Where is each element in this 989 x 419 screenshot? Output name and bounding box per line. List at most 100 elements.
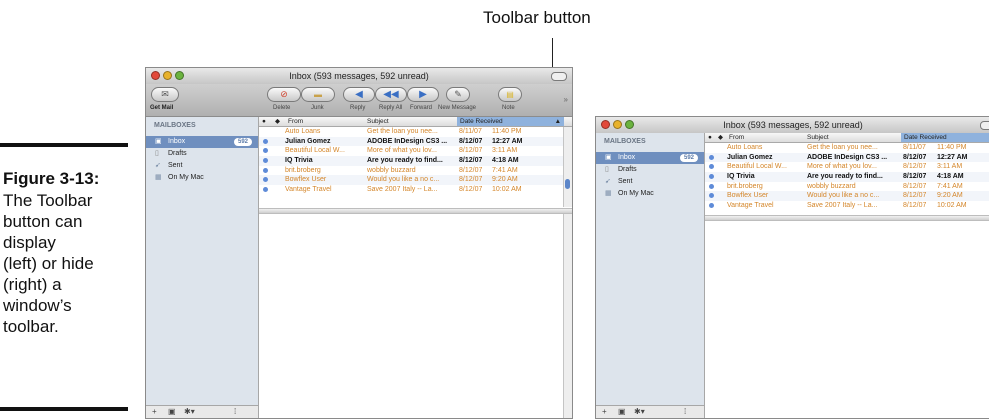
get-mail-label: Get Mail [150, 105, 174, 111]
note-button[interactable]: ▤ [498, 87, 522, 102]
unread-column-icon[interactable]: ● [708, 133, 712, 142]
message-date: 8/12/07 [903, 182, 927, 190]
close-button[interactable] [601, 120, 610, 129]
show-activity-button[interactable]: ▣ [168, 406, 176, 418]
flag-column-icon[interactable]: ◆ [275, 117, 280, 126]
message-date: 8/12/07 [903, 202, 927, 210]
message-row[interactable]: Auto Loans Get the loan you nee... 8/11/… [705, 143, 989, 153]
toolbar-button-callout: Toolbar button [483, 8, 591, 27]
message-row[interactable]: Vantage Travel Save 2007 Italy -- La... … [259, 185, 572, 195]
action-menu-button[interactable]: ✱▾ [184, 406, 195, 418]
add-mailbox-button[interactable]: + [602, 406, 607, 418]
add-mailbox-button[interactable]: + [152, 406, 157, 418]
message-row[interactable]: Julian Gomez ADOBE InDesign CS3 ... 8/12… [705, 152, 989, 163]
message-time: 4:18 AM [492, 157, 519, 165]
message-row[interactable]: brit.broberg wobbly buzzard 8/12/07 7:41… [705, 182, 989, 192]
on-my-mac-icon: ▦ [605, 190, 612, 197]
message-time: 11:40 PM [937, 144, 967, 151]
sidebar-item-on-my-mac[interactable]: ▦ On My Mac [146, 172, 258, 184]
zoom-button[interactable] [175, 71, 184, 80]
reply-button[interactable]: ◀ [343, 87, 375, 102]
preview-scrollbar[interactable] [563, 214, 572, 418]
message-from: Bowflex User [727, 192, 769, 200]
message-date: 8/11/07 [459, 128, 482, 135]
message-row[interactable]: Beautiful Local W... More of what you lo… [259, 146, 572, 156]
window-body: MAILBOXES ▣ Inbox 592 ▯ Drafts ➹ Sent ▦ … [146, 117, 572, 418]
toolbar: ✉ Get Mail ⊘ Delete ▬ Junk ◀ Reply ◀◀ Re… [146, 84, 572, 117]
minimize-button[interactable] [163, 71, 172, 80]
resize-handle[interactable]: ⁞ [234, 406, 236, 418]
sidebar-item-drafts[interactable]: ▯ Drafts [596, 164, 704, 176]
sidebar-item-sent[interactable]: ➹ Sent [146, 160, 258, 172]
unread-dot-icon [709, 154, 714, 160]
scroll-thumb[interactable] [565, 179, 570, 189]
message-row[interactable]: IQ Trivia Are you ready to find... 8/12/… [259, 156, 572, 166]
from-column-header[interactable]: From [729, 133, 744, 142]
preview-pane-divider[interactable] [259, 208, 572, 214]
subject-column-header[interactable]: Subject [807, 133, 829, 142]
message-time: 9:20 AM [492, 176, 518, 184]
mailbox-sidebar: MAILBOXES ▣ Inbox 592 ▯ Drafts ➹ Sent ▦ … [596, 133, 705, 418]
action-menu-button[interactable]: ✱▾ [634, 406, 645, 418]
forward-label: Forward [410, 105, 433, 111]
message-row[interactable]: IQ Trivia Are you ready to find... 8/12/… [705, 172, 989, 182]
reply-label: Reply [350, 105, 366, 111]
message-subject: Are you ready to find... [807, 173, 883, 181]
message-list: ● ◆ From Subject Date Received Auto Loan… [705, 133, 989, 418]
reply-arrow-icon: ◀ [355, 89, 363, 100]
sidebar-item-label: Inbox [168, 138, 186, 145]
message-time: 9:20 AM [937, 192, 963, 200]
from-column-header[interactable]: From [288, 117, 303, 126]
message-row[interactable]: brit.broberg wobbly buzzard 8/12/07 7:41… [259, 166, 572, 176]
message-row[interactable]: Vantage Travel Save 2007 Italy -- La... … [705, 201, 989, 211]
close-button[interactable] [151, 71, 160, 80]
new-message-button[interactable]: ✎ [446, 87, 470, 102]
unread-count-badge: 592 [679, 154, 698, 162]
minimize-button[interactable] [613, 120, 622, 129]
show-activity-button[interactable]: ▣ [618, 406, 626, 418]
message-date: 8/12/07 [459, 186, 483, 194]
toolbar-toggle-button[interactable] [551, 72, 567, 81]
message-from: brit.broberg [285, 166, 321, 174]
sidebar-item-label: On My Mac [618, 190, 654, 197]
sidebar-item-inbox[interactable]: ▣ Inbox 592 [596, 152, 704, 164]
unread-dot-icon [709, 193, 714, 199]
message-row[interactable]: Bowflex User Would you like a no c... 8/… [705, 191, 989, 202]
message-list-scrollbar[interactable] [563, 127, 572, 207]
sidebar-item-label: Drafts [618, 166, 637, 173]
unread-dot-icon [709, 174, 714, 180]
junk-button[interactable]: ▬ [301, 87, 335, 102]
sidebar-item-inbox[interactable]: ▣ Inbox 592 [146, 136, 258, 148]
flag-column-icon[interactable]: ◆ [718, 133, 723, 142]
forward-button[interactable]: ▶ [407, 87, 439, 102]
inbox-icon: ▣ [605, 154, 612, 161]
date-received-column-header[interactable]: Date Received [901, 133, 989, 142]
get-mail-button[interactable]: ✉ [151, 87, 179, 102]
message-row[interactable]: Beautiful Local W... More of what you lo… [705, 162, 989, 172]
sidebar-item-sent[interactable]: ➹ Sent [596, 176, 704, 188]
message-subject: Would you like a no c... [367, 176, 440, 184]
message-from: Vantage Travel [727, 202, 774, 210]
sidebar-item-on-my-mac[interactable]: ▦ On My Mac [596, 188, 704, 200]
preview-pane-divider[interactable] [705, 215, 989, 221]
message-row[interactable]: Bowflex User Would you like a no c... 8/… [259, 175, 572, 186]
message-date: 8/12/07 [903, 153, 927, 161]
delete-button[interactable]: ⊘ [267, 87, 301, 102]
zoom-button[interactable] [625, 120, 634, 129]
overflow-chevron-icon[interactable]: » [564, 95, 568, 104]
reply-all-button[interactable]: ◀◀ [375, 87, 407, 102]
message-row[interactable]: Julian Gomez ADOBE InDesign CS3 ... 8/12… [259, 136, 572, 147]
caption-line: (left) or hide [3, 254, 94, 273]
unread-dot-icon [263, 148, 268, 154]
on-my-mac-icon: ▦ [155, 174, 162, 181]
unread-dot-icon [709, 183, 714, 189]
message-time: 3:11 AM [937, 163, 963, 171]
message-row[interactable]: Auto Loans Get the loan you nee... 8/11/… [259, 127, 572, 137]
date-received-column-header[interactable]: Date Received ▲ [457, 117, 564, 126]
unread-dot-icon [709, 164, 714, 170]
toolbar-toggle-button[interactable] [980, 121, 989, 130]
unread-column-icon[interactable]: ● [262, 117, 266, 126]
resize-handle[interactable]: ⁞ [684, 406, 686, 418]
subject-column-header[interactable]: Subject [367, 117, 389, 126]
sidebar-item-drafts[interactable]: ▯ Drafts [146, 148, 258, 160]
